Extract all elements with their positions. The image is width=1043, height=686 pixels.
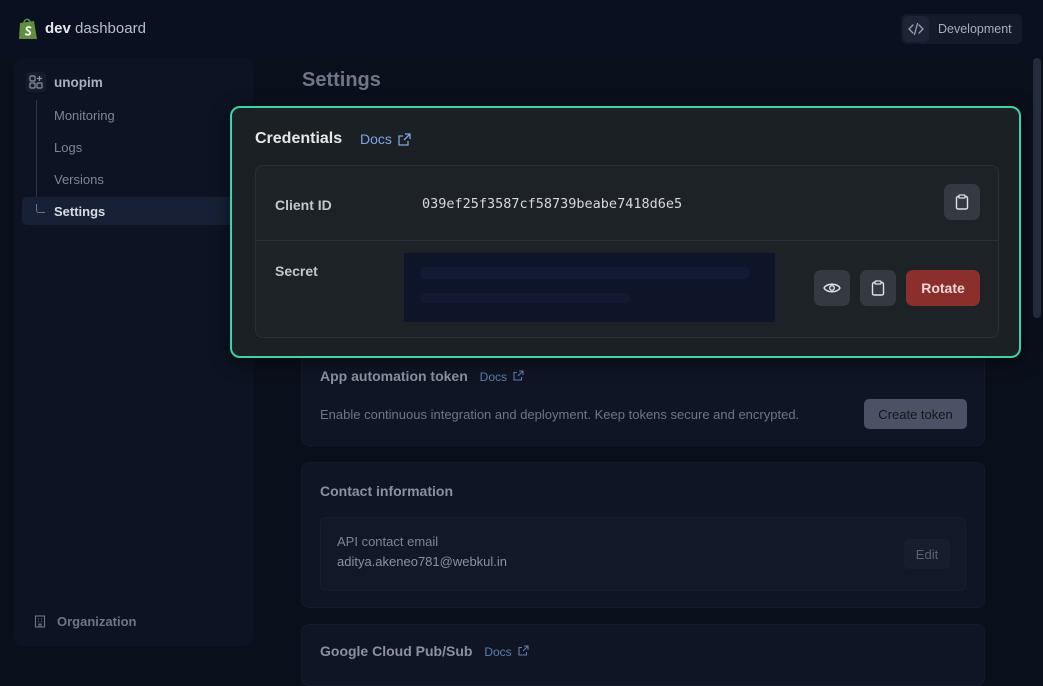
organization-label: Organization	[57, 614, 137, 629]
secret-label: Secret	[275, 263, 318, 279]
external-link-icon	[513, 370, 524, 381]
automation-docs-text: Docs	[479, 370, 508, 384]
client-id-label: Client ID	[275, 197, 332, 213]
page-title: Settings	[302, 69, 381, 91]
external-link-icon	[398, 132, 411, 146]
brand-bold: dev	[45, 20, 71, 37]
sidebar: unopim Monitoring Logs Versions Settings…	[14, 58, 254, 646]
sidebar-item-monitoring[interactable]: Monitoring	[54, 108, 115, 123]
sidebar-item-settings[interactable]: Settings	[54, 204, 105, 219]
rotate-secret-button[interactable]: Rotate	[906, 270, 980, 306]
contact-email-row: API contact email aditya.akeneo781@webku…	[320, 517, 966, 591]
pubsub-docs-link[interactable]: Docs	[484, 645, 529, 659]
app-name: unopim	[54, 74, 103, 90]
credentials-table: Client ID 039ef25f3587cf58739beabe7418d6…	[255, 165, 999, 338]
contact-information-card: Contact information API contact email ad…	[301, 462, 985, 608]
app-brand[interactable]: dev dashboard	[45, 20, 146, 37]
apps-grid-icon	[26, 72, 46, 92]
pubsub-title-text: Google Cloud Pub/Sub	[320, 643, 473, 659]
reveal-secret-button[interactable]	[814, 270, 850, 306]
credentials-divider	[256, 240, 998, 241]
eye-icon	[823, 283, 841, 293]
tree-line	[36, 100, 37, 210]
email-value: aditya.akeneo781@webkul.in	[337, 554, 508, 569]
edit-email-button[interactable]: Edit	[904, 539, 950, 569]
credentials-docs-link[interactable]: Docs	[360, 131, 411, 147]
app-selector[interactable]: unopim	[26, 72, 103, 92]
code-icon	[903, 16, 929, 42]
automation-title-text: App automation token	[320, 368, 468, 384]
automation-description: Enable continuous integration and deploy…	[320, 407, 800, 422]
building-icon	[34, 615, 46, 628]
external-link-icon	[518, 645, 529, 656]
shopify-bag-icon	[19, 18, 37, 39]
environment-button[interactable]: Development	[901, 14, 1022, 44]
credentials-docs-text: Docs	[360, 131, 392, 147]
tree-elbow	[36, 204, 45, 213]
copy-client-id-button[interactable]	[944, 184, 980, 220]
pubsub-title: Google Cloud Pub/Sub Docs	[320, 643, 529, 659]
organization-link[interactable]: Organization	[34, 614, 136, 629]
sidebar-item-logs[interactable]: Logs	[54, 140, 82, 155]
credentials-panel: Credentials Docs Client ID 039ef25f3587c…	[230, 106, 1021, 358]
environment-label: Development	[938, 22, 1012, 36]
pubsub-docs-text: Docs	[484, 645, 512, 659]
automation-docs-link[interactable]: Docs	[480, 370, 525, 384]
copy-secret-button[interactable]	[860, 270, 896, 306]
automation-token-title: App automation token Docs	[320, 368, 524, 384]
credentials-title: Credentials	[255, 130, 343, 147]
client-id-value: 039ef25f3587cf58739beabe7418d6e5	[422, 196, 683, 212]
scrollbar[interactable]	[1033, 58, 1041, 318]
contact-title: Contact information	[320, 483, 453, 499]
secret-value-hidden	[404, 253, 775, 322]
email-label: API contact email	[337, 534, 439, 549]
pubsub-card: Google Cloud Pub/Sub Docs	[301, 624, 985, 686]
create-token-button[interactable]: Create token	[864, 399, 967, 429]
sidebar-item-versions[interactable]: Versions	[54, 172, 104, 187]
top-bar: dev dashboard Development	[0, 0, 1043, 58]
clipboard-icon	[955, 194, 969, 210]
clipboard-icon	[871, 280, 885, 296]
brand-rest: dashboard	[75, 20, 146, 37]
